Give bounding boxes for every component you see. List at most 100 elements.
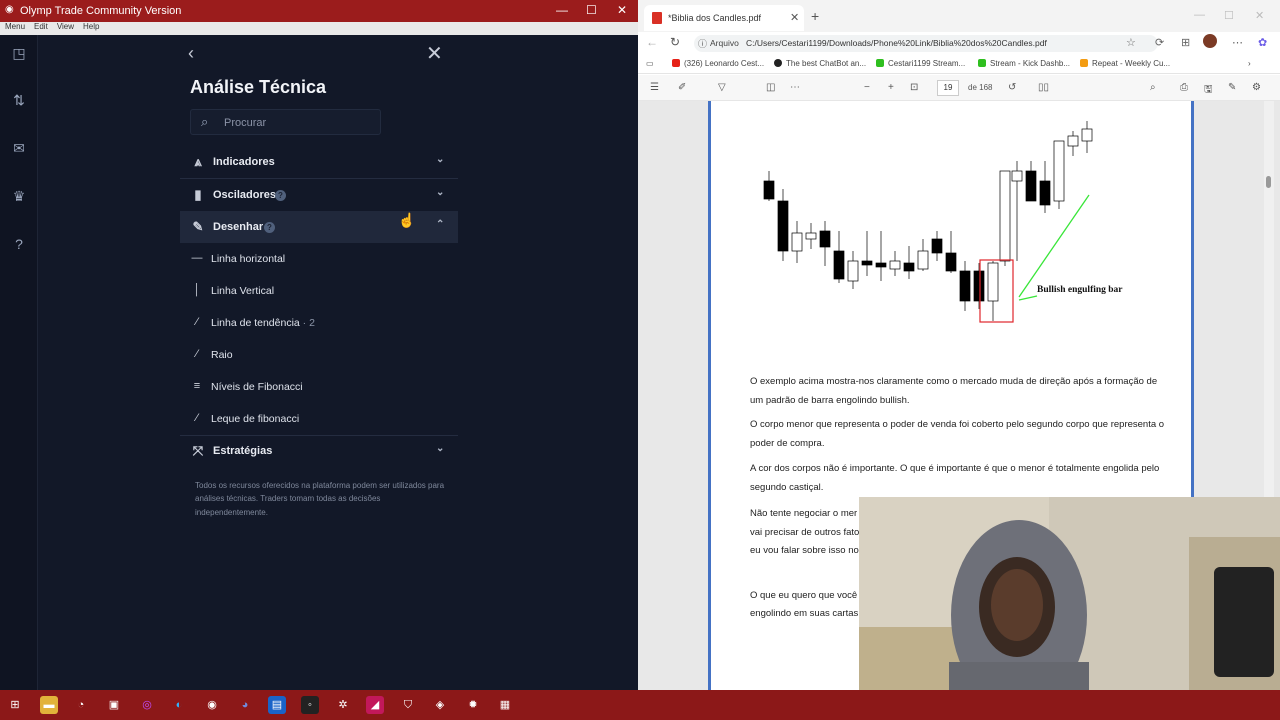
- search-icon[interactable]: ⌕: [1150, 82, 1156, 93]
- app-icon[interactable]: ▤: [268, 696, 286, 714]
- trades-icon[interactable]: ⇅: [10, 91, 28, 109]
- green-app-icon[interactable]: ✹: [464, 696, 482, 714]
- page-number-input[interactable]: 19: [937, 80, 959, 96]
- bookmark-item[interactable]: The best ChatBot an...: [774, 59, 866, 68]
- save-as-icon[interactable]: ✎: [1228, 82, 1236, 93]
- fit-page-icon[interactable]: ⊡: [910, 82, 918, 93]
- discord-icon[interactable]: ◕: [236, 696, 254, 714]
- app-titlebar: ◉ Olymp Trade Community Version — ☐ ✕: [0, 0, 638, 22]
- bookmark-item[interactable]: (326) Leonardo Cest...: [672, 59, 764, 68]
- trophy-icon[interactable]: ♛: [10, 187, 28, 205]
- menu-item-edit[interactable]: Edit: [34, 22, 48, 31]
- maximize-icon[interactable]: ☐: [586, 3, 597, 17]
- url-field[interactable]: ⓘ Arquivo C:/Users/Cestari1199/Downloads…: [694, 35, 1158, 52]
- copilot-icon[interactable]: ✿: [1258, 36, 1267, 49]
- help-icon[interactable]: ?: [10, 235, 28, 253]
- avatar[interactable]: [1203, 34, 1217, 48]
- draw-item-count: · 2: [302, 317, 315, 329]
- two-page-icon[interactable]: ▯▯: [1038, 82, 1049, 93]
- bookmark-item[interactable]: Cestari1199 Stream...: [876, 59, 965, 68]
- kick-icon: [876, 59, 884, 67]
- more-menu-icon[interactable]: ⋯: [1232, 36, 1243, 49]
- minimize-icon[interactable]: —: [1194, 9, 1205, 21]
- section-desenhar[interactable]: ✎ Desenhar ? ⌃: [180, 211, 458, 243]
- technical-analysis-panel: ‹ ✕ Análise Técnica ⌕ Procurar ⩓ Indicad…: [180, 35, 460, 555]
- search-input[interactable]: ⌕ Procurar: [190, 109, 381, 135]
- capture-icon[interactable]: ▣: [105, 696, 123, 714]
- windows-start-icon[interactable]: ⊞: [6, 696, 24, 714]
- market-icon[interactable]: ✉: [10, 139, 28, 157]
- draw-item-raio[interactable]: ⁄ Raio: [180, 342, 458, 368]
- circle-app-icon[interactable]: ◎: [138, 696, 156, 714]
- candle-body: [945, 252, 957, 272]
- close-icon[interactable]: ✕: [426, 41, 443, 66]
- blue-app-icon[interactable]: ◈: [431, 696, 449, 714]
- new-tab-icon[interactable]: +: [811, 8, 819, 24]
- mouse-cursor-icon: ☝: [398, 212, 416, 228]
- star-icon[interactable]: ☆: [1126, 36, 1136, 49]
- more-icon[interactable]: ⋯: [790, 82, 800, 93]
- olymp-trade-icon[interactable]: ◦: [301, 696, 319, 714]
- green-arrow-line: [1018, 194, 1090, 298]
- contents-icon[interactable]: ☰: [650, 82, 659, 93]
- zoom-in-icon[interactable]: +: [888, 82, 894, 93]
- section-osciladores[interactable]: ▮ Osciladores ? ⌄: [180, 179, 458, 211]
- terminal-icon[interactable]: ▦: [496, 696, 514, 714]
- scrollbar-thumb[interactable]: [1266, 176, 1271, 188]
- obs-icon[interactable]: ◉: [203, 696, 221, 714]
- close-window-icon[interactable]: ✕: [1255, 9, 1264, 22]
- draw-item-linha-de-tendencia[interactable]: ⁄ Linha de tendência · 2: [180, 310, 458, 336]
- settings-icon[interactable]: ⚙: [1252, 82, 1261, 93]
- refresh-icon[interactable]: ↻: [670, 35, 680, 49]
- maximize-icon[interactable]: ☐: [1224, 9, 1234, 22]
- collections-icon[interactable]: ⊞: [1181, 36, 1190, 49]
- steam-icon[interactable]: ◔: [72, 696, 90, 714]
- save-icon[interactable]: 🖫: [1204, 82, 1213, 99]
- help-badge-icon[interactable]: ?: [264, 222, 275, 233]
- rotate-icon[interactable]: ↺: [1008, 82, 1016, 93]
- paragraph: O exemplo acima mostra-nos claramente co…: [750, 376, 1158, 406]
- extensions-icon[interactable]: ⟳: [1155, 36, 1164, 49]
- menu-item-view[interactable]: View: [57, 22, 74, 31]
- shield-app-icon[interactable]: ⛉: [399, 696, 417, 714]
- close-window-icon[interactable]: ✕: [617, 3, 627, 17]
- highlight-icon[interactable]: ✐: [678, 82, 686, 93]
- chevron-down-icon: ⌄: [436, 187, 445, 198]
- menu-item-menu[interactable]: Menu: [5, 22, 25, 31]
- draw-item-linha-horizontal[interactable]: — Linha horizontal: [180, 246, 458, 272]
- page-view-icon[interactable]: ◫: [766, 82, 775, 93]
- print-icon[interactable]: ⎙: [1180, 82, 1188, 93]
- close-tab-icon[interactable]: ✕: [790, 11, 799, 24]
- tab-pdf[interactable]: *Biblia dos Candles.pdf ✕: [644, 5, 804, 31]
- edge-icon[interactable]: ◐: [170, 696, 188, 714]
- draw-item-linha-vertical[interactable]: │ Linha Vertical: [180, 278, 458, 304]
- chevron-right-icon[interactable]: ›: [1248, 59, 1251, 68]
- back-icon[interactable]: ‹: [188, 43, 194, 64]
- draw-icon[interactable]: ▽: [718, 82, 726, 93]
- zoom-out-icon[interactable]: −: [864, 82, 870, 93]
- bookmark-item[interactable]: Repeat - Weekly Cu...: [1080, 59, 1170, 68]
- bookmarks-icon[interactable]: ▭: [646, 59, 654, 68]
- horizontal-line-icon: —: [191, 252, 203, 264]
- bookmark-label: Stream - Kick Dashb...: [990, 59, 1071, 68]
- bookmark-label: Repeat - Weekly Cu...: [1092, 59, 1171, 68]
- draw-item-niveis-de-fibonacci[interactable]: ≡ Níveis de Fibonacci: [180, 374, 458, 400]
- repeat-icon: [1080, 59, 1088, 67]
- help-badge-icon[interactable]: ?: [275, 190, 286, 201]
- candle-body: [1039, 180, 1051, 206]
- draw-item-leque-de-fibonacci[interactable]: ⁄ Leque de fibonacci: [180, 406, 458, 432]
- minimize-icon[interactable]: —: [556, 3, 568, 17]
- back-icon[interactable]: ←: [646, 35, 658, 49]
- candle-body: [847, 260, 859, 282]
- red-app-icon[interactable]: ◢: [366, 696, 384, 714]
- bookmark-item[interactable]: Stream - Kick Dashb...: [978, 59, 1070, 68]
- file-explorer-icon[interactable]: ▬: [40, 696, 58, 714]
- webcam-person-image: [859, 497, 1280, 690]
- menu-item-help[interactable]: Help: [83, 22, 99, 31]
- gear-app-icon[interactable]: ✲: [334, 696, 352, 714]
- chart-icon[interactable]: ◳: [10, 44, 28, 62]
- side-rail: ◳ ⇅ ✉ ♛ ?: [0, 35, 38, 690]
- bookmark-label: (326) Leonardo Cest...: [684, 59, 765, 68]
- section-indicadores[interactable]: ⩓ Indicadores ⌄: [180, 146, 458, 178]
- section-estrategias[interactable]: ⤧ Estratégias ⌄: [180, 435, 458, 467]
